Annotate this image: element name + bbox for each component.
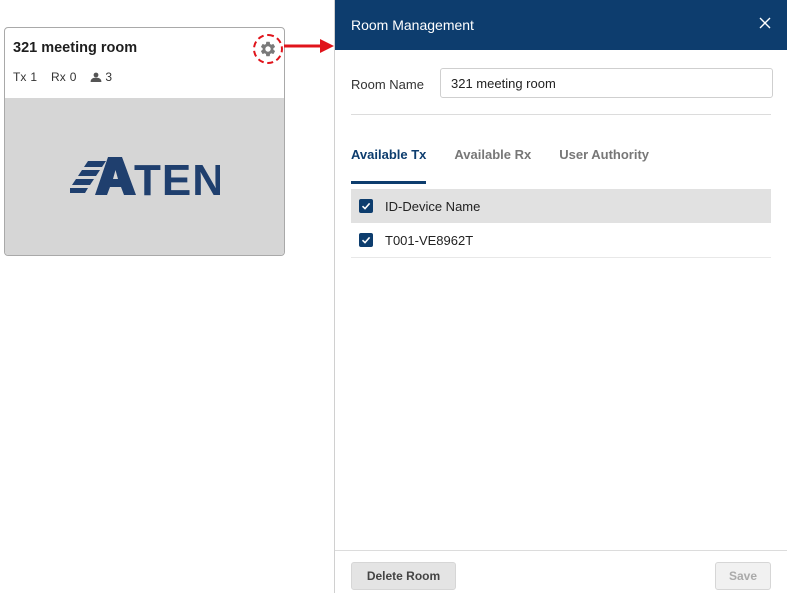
- device-checkbox[interactable]: [359, 233, 373, 247]
- list-item: T001-VE8962T: [351, 223, 771, 258]
- room-settings-button[interactable]: [253, 34, 283, 64]
- tab-available-tx[interactable]: Available Tx: [351, 147, 427, 184]
- room-management-dialog: Room Management Room Name Available Tx A…: [334, 0, 787, 593]
- gear-icon: [260, 41, 276, 57]
- room-card[interactable]: 321 meeting room Tx 1 Rx 0 3 TEN: [4, 27, 285, 256]
- room-card-title: 321 meeting room: [13, 40, 138, 56]
- dialog-title: Room Management: [351, 17, 474, 33]
- available-tx-list: ID-Device Name T001-VE8962T: [351, 189, 771, 258]
- check-icon: [361, 236, 371, 244]
- device-name: T001-VE8962T: [385, 232, 474, 248]
- room-name-input[interactable]: [440, 68, 773, 98]
- svg-text:TEN: TEN: [134, 156, 220, 199]
- dialog-tabs: Available Tx Available Rx User Authority: [351, 147, 677, 184]
- tx-count: 1: [30, 70, 38, 84]
- room-name-label: Room Name: [351, 77, 424, 92]
- divider: [351, 114, 771, 115]
- pointer-arrow: [284, 39, 334, 53]
- close-button[interactable]: [755, 13, 775, 33]
- save-button[interactable]: Save: [715, 562, 771, 590]
- close-icon: [759, 17, 771, 29]
- footer-divider: [335, 550, 787, 551]
- delete-room-button[interactable]: Delete Room: [351, 562, 456, 590]
- list-header-label: ID-Device Name: [385, 198, 481, 214]
- room-card-stats: Tx 1 Rx 0 3: [13, 70, 112, 84]
- rx-count: 0: [69, 70, 77, 84]
- select-all-checkbox[interactable]: [359, 199, 373, 213]
- users-icon: [90, 72, 102, 82]
- room-thumbnail: TEN: [5, 98, 284, 255]
- rx-label: Rx: [51, 70, 66, 84]
- list-header-row: ID-Device Name: [351, 189, 771, 223]
- aten-logo: TEN: [69, 156, 220, 199]
- check-icon: [361, 202, 371, 210]
- users-count: 3: [105, 70, 113, 84]
- tab-user-authority[interactable]: User Authority: [559, 147, 649, 170]
- tx-label: Tx: [13, 70, 27, 84]
- dialog-header: Room Management: [335, 0, 787, 50]
- tab-available-rx[interactable]: Available Rx: [454, 147, 531, 170]
